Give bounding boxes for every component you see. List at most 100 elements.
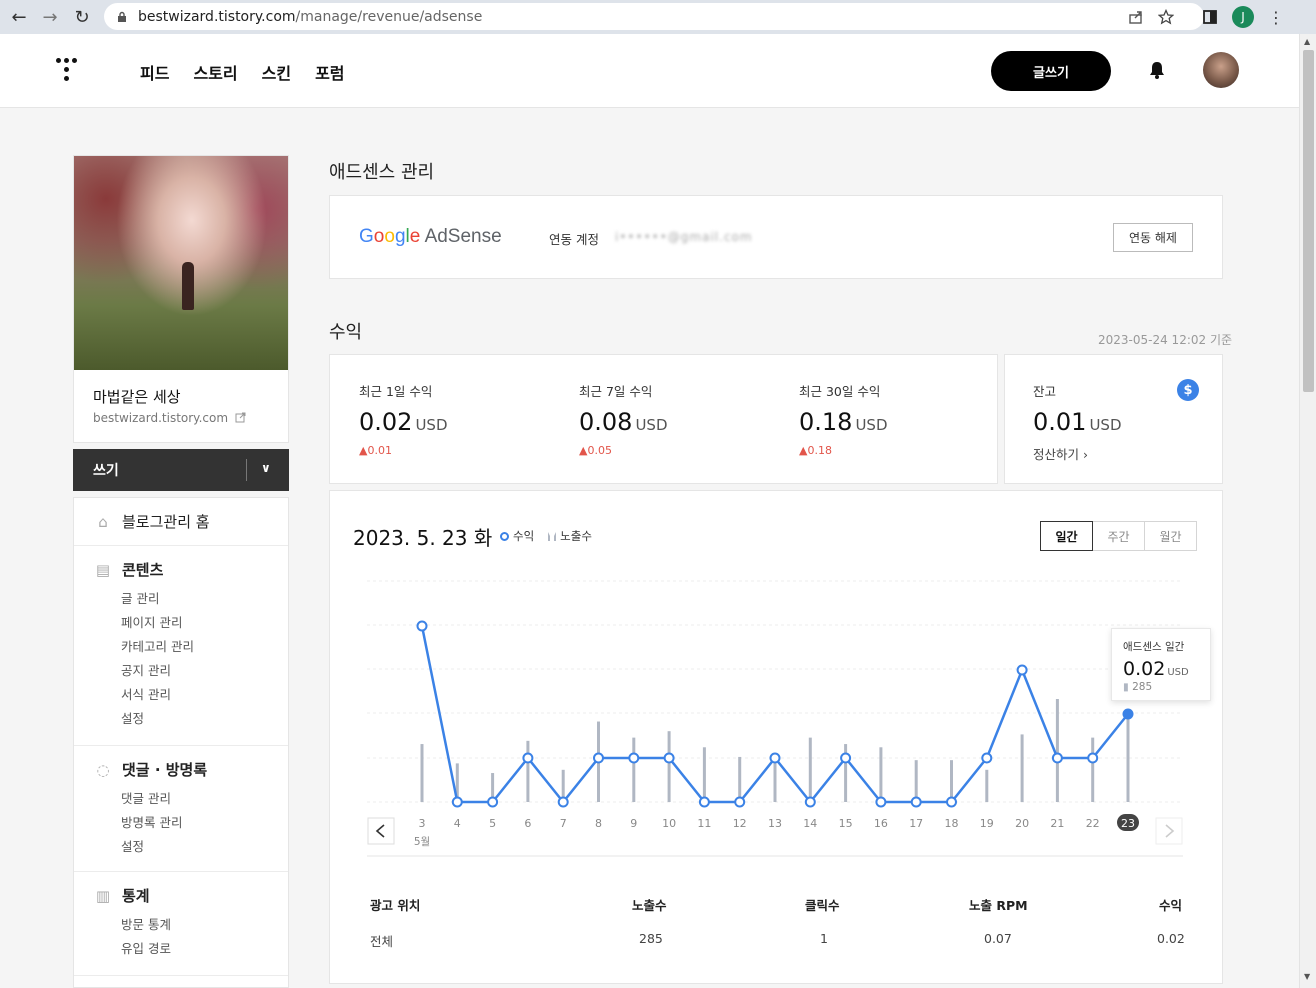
sidebar-subitem-guestbook[interactable]: 방명록 관리 bbox=[121, 812, 182, 831]
revenue-point bbox=[734, 796, 746, 808]
document-icon: ▤ bbox=[95, 560, 111, 579]
impression-bar bbox=[632, 737, 636, 802]
google-adsense-logo: Google AdSense bbox=[359, 226, 502, 247]
settle-link[interactable]: 정산하기 › bbox=[1033, 444, 1088, 463]
external-link-icon[interactable] bbox=[235, 412, 246, 423]
x-tick-label: 4 bbox=[454, 817, 461, 830]
tistory-logo[interactable] bbox=[56, 58, 80, 84]
impression-bar bbox=[702, 747, 706, 802]
revenue-stats-card: 최근 1일 수익 0.02 USD ▲0.01 최근 7일 수익 0.08 USD … bbox=[329, 354, 998, 484]
linked-account-label: 연동 계정 bbox=[549, 232, 599, 247]
x-tick-label: 8 bbox=[595, 817, 602, 830]
bell-icon[interactable] bbox=[1147, 60, 1167, 80]
impression-bar bbox=[738, 756, 742, 802]
impression-bar bbox=[1126, 710, 1130, 802]
page-title: 애드센스 관리 bbox=[329, 162, 435, 183]
revenue-point bbox=[593, 752, 604, 764]
revenue-point bbox=[1122, 708, 1134, 720]
impression-bar bbox=[420, 744, 424, 802]
revenue-point bbox=[910, 796, 922, 808]
chart-prev-button[interactable] bbox=[367, 817, 395, 845]
scroll-up-icon[interactable]: ▲ bbox=[1304, 37, 1310, 46]
user-avatar[interactable] bbox=[1203, 52, 1239, 88]
sidebar-subitem-visit-stats[interactable]: 방문 통계 bbox=[121, 914, 171, 933]
share-icon[interactable] bbox=[1128, 9, 1144, 25]
impression-bar bbox=[667, 731, 671, 802]
x-tick-label: 18 bbox=[945, 817, 959, 830]
revenue-point bbox=[487, 796, 499, 808]
browser-profile-avatar[interactable]: J bbox=[1232, 6, 1254, 28]
table-cell: 0.07 bbox=[984, 931, 1012, 946]
x-tick-label: 3 bbox=[419, 817, 426, 830]
sidepanel-icon[interactable] bbox=[1202, 9, 1218, 25]
x-tick-label: 16 bbox=[874, 817, 888, 830]
unlink-button[interactable]: 연동 해제 bbox=[1113, 223, 1193, 252]
sidebar-write-button[interactable]: 쓰기 ∨ bbox=[73, 449, 289, 491]
blog-profile-card: 마법같은 세상 bestwizard.tistory.com bbox=[73, 155, 289, 443]
sidebar-subitem-posts[interactable]: 글 관리 bbox=[121, 588, 159, 607]
blog-url[interactable]: bestwizard.tistory.com bbox=[93, 411, 228, 425]
table-header: 클릭수 bbox=[805, 898, 840, 913]
impression-bar bbox=[808, 737, 812, 802]
sidebar-subitem-comments[interactable]: 댓글 관리 bbox=[121, 788, 171, 807]
tab-daily[interactable]: 일간 bbox=[1040, 521, 1093, 551]
back-icon[interactable]: ← bbox=[6, 4, 32, 30]
sidebar-subitem-referrers[interactable]: 유입 경로 bbox=[121, 938, 171, 957]
address-bar[interactable]: bestwizard.tistory.com/manage/revenue/ad… bbox=[104, 3, 1204, 30]
reload-icon[interactable]: ↻ bbox=[69, 4, 95, 30]
sidebar-subitem-notices[interactable]: 공지 관리 bbox=[121, 660, 171, 679]
star-icon[interactable] bbox=[1158, 9, 1174, 25]
scroll-down-icon[interactable]: ▼ bbox=[1304, 972, 1310, 981]
chart-next-button[interactable] bbox=[1155, 817, 1183, 845]
revenue-point bbox=[981, 752, 993, 764]
browser-menu-icon[interactable]: ⋮ bbox=[1268, 8, 1284, 27]
sidebar-item-stats[interactable]: ▥ 통계 bbox=[94, 885, 150, 906]
table-cell: 1 bbox=[820, 931, 828, 946]
sidebar-item-content[interactable]: ▤ 콘텐츠 bbox=[94, 559, 164, 580]
revenue-point bbox=[698, 796, 710, 808]
sidebar-subitem-pages[interactable]: 페이지 관리 bbox=[121, 612, 182, 631]
nav-forum[interactable]: 포럼 bbox=[315, 60, 344, 84]
comment-icon: ◌ bbox=[96, 760, 110, 779]
sidebar-subitem-comment-settings[interactable]: 설정 bbox=[121, 836, 144, 855]
stat-change-up: ▲0.18 bbox=[799, 444, 832, 457]
sidebar-subitem-templates[interactable]: 서식 관리 bbox=[121, 684, 171, 703]
table-cell: 전체 bbox=[370, 934, 394, 949]
blog-name[interactable]: 마법같은 세상 bbox=[93, 386, 181, 407]
table-cell: 285 bbox=[639, 931, 663, 946]
page-scrollbar[interactable]: ▲ ▼ bbox=[1299, 34, 1316, 988]
table-header: 노출수 bbox=[632, 898, 667, 913]
revenue-point bbox=[522, 752, 534, 764]
x-tick-label: 20 bbox=[1015, 817, 1029, 830]
revenue-title: 수익 bbox=[329, 322, 363, 343]
url-domain: bestwizard.tistory.com bbox=[138, 8, 296, 25]
blog-cover-image[interactable] bbox=[74, 156, 288, 370]
x-month-label: 5월 bbox=[414, 836, 430, 848]
revenue-point bbox=[946, 796, 957, 808]
revenue-timestamp: 2023-05-24 12:02 기준 bbox=[1098, 333, 1233, 347]
nav-skin[interactable]: 스킨 bbox=[262, 60, 291, 84]
chart-tooltip: 애드센스 일간 0.02 USD ▮ 285 bbox=[1111, 628, 1211, 701]
stat-1day: 최근 1일 수익 0.02 USD ▲0.01 bbox=[359, 384, 448, 457]
x-tick-label: 23 bbox=[1121, 817, 1135, 830]
scroll-thumb[interactable] bbox=[1303, 50, 1314, 392]
balance-card: 잔고 0.01 USD $ 정산하기 › bbox=[1004, 354, 1223, 484]
sidebar-menu: ⌂ 블로그관리 홈 ▤ 콘텐츠 글 관리 페이지 관리 카테고리 관리 공지 관… bbox=[73, 497, 289, 988]
sidebar-subitem-content-settings[interactable]: 설정 bbox=[121, 708, 144, 727]
nav-story[interactable]: 스토리 bbox=[193, 60, 237, 84]
revenue-point bbox=[557, 796, 569, 808]
nav-feed[interactable]: 피드 bbox=[140, 60, 169, 84]
chevron-down-icon[interactable]: ∨ bbox=[261, 461, 271, 475]
impression-bar bbox=[985, 769, 989, 802]
table-cell: 0.02 bbox=[1157, 931, 1185, 946]
sidebar-subitem-categories[interactable]: 카테고리 관리 bbox=[121, 636, 194, 655]
sidebar-item-home[interactable]: ⌂ 블로그관리 홈 bbox=[94, 511, 209, 532]
revenue-point bbox=[1051, 752, 1063, 764]
bar-chart-icon: ▥ bbox=[95, 886, 111, 905]
sidebar-write-label: 쓰기 bbox=[93, 463, 119, 479]
revenue-point bbox=[1016, 664, 1028, 676]
forward-icon[interactable]: → bbox=[37, 4, 63, 30]
x-tick-label: 11 bbox=[697, 817, 711, 830]
sidebar-item-comments[interactable]: ◌ 댓글 · 방명록 bbox=[94, 759, 207, 780]
write-post-button[interactable]: 글쓰기 bbox=[991, 51, 1111, 91]
